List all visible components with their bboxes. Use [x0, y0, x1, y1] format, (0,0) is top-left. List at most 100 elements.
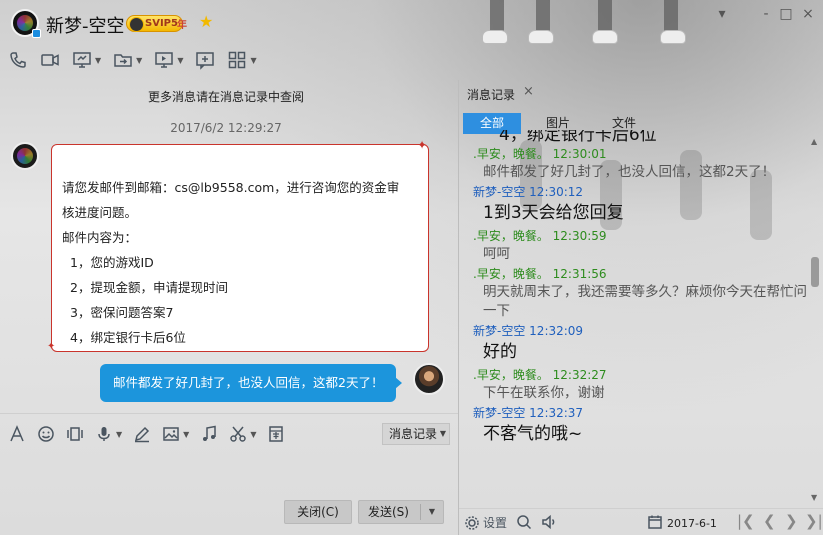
- history-header: 新梦-空空 12:32:09: [473, 323, 808, 340]
- message-line: 邮件内容为：: [62, 230, 138, 245]
- clipped-history-text: 4，绑定银行卡后6位: [499, 130, 657, 145]
- contact-name[interactable]: 新梦-空空: [46, 12, 125, 38]
- file-transfer-icon[interactable]: ▼: [113, 49, 142, 71]
- svip-badge[interactable]: SVIP5: [126, 15, 183, 32]
- sender-name: .早安，晚餐。: [473, 147, 549, 161]
- screen-share-icon[interactable]: ▼: [72, 49, 101, 71]
- last-page-icon[interactable]: ❯|: [805, 512, 823, 530]
- history-text: 明天就周末了，我还需要等多久？麻烦你今天在帮忙问一下: [483, 284, 807, 319]
- history-text: 不客气的哦~: [483, 424, 583, 444]
- send-button[interactable]: 发送(S) ▼: [358, 500, 444, 524]
- next-page-icon[interactable]: ❯: [785, 512, 798, 530]
- sender-name: .早安，晚餐。: [473, 368, 549, 382]
- self-avatar[interactable]: [413, 363, 445, 395]
- history-header: .早安，晚餐。 12:32:27: [473, 367, 808, 384]
- divider: [420, 504, 421, 520]
- scroll-down-icon[interactable]: ▼: [811, 493, 817, 502]
- history-date[interactable]: 2017-6-1: [667, 517, 717, 530]
- music-icon[interactable]: [200, 425, 218, 443]
- bubble-decoration-icon: ✦: [47, 341, 56, 352]
- apps-icon[interactable]: ▼: [227, 49, 257, 71]
- message-line: 核进度问题。: [62, 205, 138, 220]
- red-packet-icon[interactable]: [267, 425, 285, 443]
- video-icon[interactable]: [40, 49, 60, 71]
- send-options-icon[interactable]: ▼: [429, 501, 435, 523]
- history-panel: 消息记录 × 全部 图片 文件 4，绑定银行卡后6位 .早安，晚餐。 12:30…: [459, 80, 823, 535]
- divider: [0, 413, 458, 414]
- time: 12:30:01: [552, 147, 607, 161]
- action-toolbar: ▼ ▼ ▼ ▼: [8, 49, 269, 71]
- close-button[interactable]: 关闭(C): [284, 500, 352, 524]
- time: 12:31:56: [552, 267, 607, 281]
- speaker-icon[interactable]: [541, 514, 557, 530]
- emoji-icon[interactable]: [37, 425, 55, 443]
- message-line: 1，您的游戏ID: [70, 255, 154, 270]
- minimize-button[interactable]: -: [756, 6, 776, 22]
- history-item[interactable]: .早安，晚餐。 12:31:56 明天就周末了，我还需要等多久？麻烦你今天在帮忙…: [473, 266, 808, 321]
- message-line: 2，提现金额，申请提现时间: [70, 280, 228, 295]
- history-header: .早安，晚餐。 12:30:01: [473, 146, 808, 163]
- more-history-link[interactable]: 更多消息请在消息记录中查阅: [0, 88, 452, 105]
- time: 12:32:09: [529, 324, 584, 338]
- screenshot-icon[interactable]: [66, 425, 84, 443]
- close-window-button[interactable]: ×: [798, 6, 818, 22]
- chat-area[interactable]: 更多消息请在消息记录中查阅 2017/6/2 12:29:27 请您发邮件到邮箱…: [0, 80, 458, 415]
- scissors-icon[interactable]: ▼: [229, 425, 256, 443]
- sender-name: 新梦-空空: [473, 406, 526, 420]
- time: 12:30:59: [552, 229, 607, 243]
- sent-message-bubble[interactable]: 邮件都发了好几封了，也没人回信，这都2天了！: [100, 364, 403, 402]
- sender-name: 新梦-空空: [473, 185, 526, 199]
- time: 12:30:12: [529, 185, 584, 199]
- search-icon[interactable]: [516, 514, 532, 530]
- remote-desktop-icon[interactable]: ▼: [154, 49, 183, 71]
- history-item[interactable]: .早安，晚餐。 12:32:27 下午在联系你，谢谢: [473, 367, 808, 403]
- maximize-button[interactable]: □: [776, 6, 796, 22]
- tab-message-history[interactable]: 消息记录: [467, 86, 515, 103]
- title-bar: 新梦-空空 SVIP5 年 ★ ▾ - □ ×: [0, 0, 823, 46]
- history-scrollbar[interactable]: ▲ ▼: [808, 137, 822, 505]
- input-toolbar: ▼ ▼ ▼: [8, 424, 296, 444]
- star-icon[interactable]: ★: [199, 12, 213, 31]
- voice-icon[interactable]: ▼: [95, 425, 122, 443]
- first-page-icon[interactable]: |❮: [737, 512, 755, 530]
- menu-icon[interactable]: ▾: [712, 6, 732, 22]
- bubble-decoration-icon: ✦: [417, 138, 428, 152]
- message-timestamp: 2017/6/2 12:29:27: [170, 121, 282, 135]
- calendar-icon[interactable]: [647, 514, 663, 530]
- send-label: 发送(S): [368, 505, 409, 519]
- time: 12:32:37: [529, 406, 584, 420]
- year-badge: 年: [177, 20, 187, 31]
- handwrite-icon[interactable]: [133, 425, 151, 443]
- history-item[interactable]: 新梦-空空 12:32:37 不客气的哦~: [473, 405, 808, 447]
- sender-name: 新梦-空空: [473, 324, 526, 338]
- history-text: 1到3天会给您回复: [483, 203, 624, 223]
- device-status-icon: [32, 29, 41, 38]
- history-text: 呵呵: [483, 246, 510, 262]
- time: 12:32:27: [552, 368, 607, 382]
- phone-icon[interactable]: [8, 49, 28, 71]
- history-item[interactable]: 新梦-空空 12:32:09 好的: [473, 323, 808, 365]
- history-text: 邮件都发了好几封了，也没人回信，这都2天了！: [483, 164, 776, 180]
- history-header: .早安，晚餐。 12:30:59: [473, 228, 808, 245]
- font-icon[interactable]: [8, 425, 26, 443]
- settings-button[interactable]: 设置: [464, 514, 507, 531]
- image-icon[interactable]: ▼: [162, 425, 189, 443]
- message-line: 4，绑定银行卡后6位: [70, 330, 186, 345]
- history-item[interactable]: .早安，晚餐。 12:30:59 呵呵: [473, 228, 808, 264]
- history-header: .早安，晚餐。 12:31:56: [473, 266, 808, 283]
- close-icon[interactable]: ×: [523, 84, 534, 99]
- gear-icon: [465, 515, 479, 530]
- message-history-button[interactable]: 消息记录 ▼: [382, 423, 450, 445]
- history-list[interactable]: .早安，晚餐。 12:30:01 邮件都发了好几封了，也没人回信，这都2天了！ …: [473, 146, 808, 506]
- previous-page-icon[interactable]: ❮: [763, 512, 776, 530]
- sender-avatar[interactable]: [11, 142, 39, 170]
- history-item[interactable]: .早安，晚餐。 12:30:01 邮件都发了好几封了，也没人回信，这都2天了！: [473, 146, 808, 182]
- chevron-down-icon: ▼: [439, 429, 446, 438]
- message-icon[interactable]: [195, 49, 215, 71]
- history-item[interactable]: 新梦-空空 12:30:12 1到3天会给您回复: [473, 184, 808, 226]
- scroll-thumb[interactable]: [811, 257, 819, 287]
- scroll-up-icon[interactable]: ▲: [811, 137, 817, 146]
- settings-label: 设置: [483, 516, 508, 530]
- received-message-bubble[interactable]: 请您发邮件到邮箱：cs@lb9558.com，进行咨询您的资金审 核进度问题。 …: [51, 144, 429, 352]
- history-text: 下午在联系你，谢谢: [483, 385, 605, 401]
